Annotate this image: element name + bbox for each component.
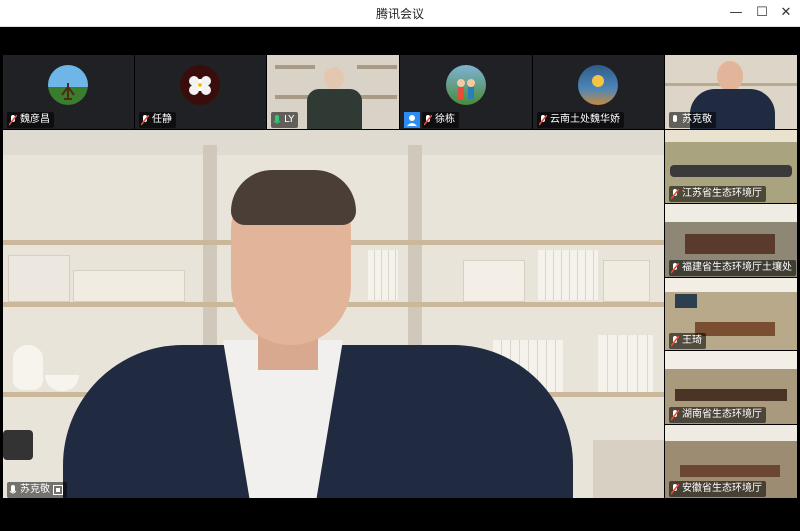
participant-name: 湖南省生态环境厅 [682,409,762,420]
vase [13,345,43,390]
participant-name: 王琦 [682,335,702,346]
participant-video-tile[interactable]: LY [267,55,399,129]
ceiling [665,425,797,441]
cabinet [593,440,664,498]
ceiling [3,130,664,155]
participant-tile[interactable]: 云南土处魏华娇 [533,55,664,129]
bowl [45,375,79,391]
muted-mic-icon [9,114,17,125]
side-participant-tile[interactable]: 福建省生态环境厅土壤处 [665,204,797,277]
ceiling [665,278,797,292]
participant-label: 徐栋 [422,112,459,128]
participant-name: 福建省生态环境厅土壤处 [682,262,792,273]
participant-label: 安徽省生态环境厅 [669,481,766,497]
participant-name: 安徽省生态环境厅 [682,483,762,494]
landscape-avatar-icon [48,65,88,105]
side-participant-tile[interactable]: 湖南省生态环境厅 [665,351,797,424]
window-title: 腾讯会议 [375,7,424,21]
conference-table [695,322,775,336]
main-speaker-video[interactable]: 苏克敬 [3,130,664,498]
speaker-name: 苏克敬 [20,484,50,495]
storage-box [603,260,650,302]
participant-label: 王琦 [669,333,706,349]
storage-box [463,260,525,302]
participant-name: 云南土处魏华娇 [550,114,620,125]
participant-label: 魏彦昌 [7,112,54,128]
participant-label: 福建省生态环境厅土壤处 [669,260,796,276]
person-body [307,89,362,129]
books [538,250,598,300]
side-participant-tile[interactable]: 安徽省生态环境厅 [665,425,797,498]
sunset-avatar-icon [578,65,618,105]
storage-box [73,270,185,302]
conference-table [685,234,775,254]
camera-object [3,430,33,460]
participant-name: 苏克敬 [682,114,712,125]
participant-label: 云南土处魏华娇 [537,112,624,128]
muted-mic-icon [671,483,679,494]
mic-icon [673,114,677,122]
books [368,250,398,300]
participant-tile[interactable]: 任静 [135,55,266,129]
mic-icon [9,484,17,493]
title-bar: 腾讯会议 — ☐ ✕ [0,0,800,27]
participant-label: 苏克敬 [669,112,716,128]
person-head [717,61,743,91]
user-profile-icon [404,112,420,128]
participant-label: 任静 [139,112,176,128]
conference-table [680,465,780,477]
conference-table [670,165,792,177]
active-mic-icon [273,114,281,123]
muted-mic-icon [671,335,679,346]
muted-mic-icon [671,262,679,273]
participant-tile[interactable]: 徐栋 [400,55,532,129]
side-participant-tile[interactable]: 王琦 [665,278,797,350]
speaker-label: 苏克敬 [7,482,67,498]
flower-avatar-icon [180,65,220,105]
participant-name: LY [284,114,295,125]
participant-label: 江苏省生态环境厅 [669,186,766,202]
ceiling [665,204,797,222]
participant-label: LY [271,112,299,128]
minimize-icon[interactable]: — [726,3,746,23]
family-avatar-icon [446,65,486,105]
maximize-icon[interactable]: ☐ [752,3,772,23]
muted-mic-icon [424,114,432,125]
ceiling [665,351,797,369]
ceiling [665,130,797,142]
wall-screen [675,294,697,308]
muted-mic-icon [539,114,547,125]
participant-name: 徐栋 [435,114,455,125]
person-head [324,67,344,89]
participant-tile[interactable]: 魏彦昌 [3,55,134,129]
side-participant-tile[interactable]: 苏克敬 [665,55,797,129]
side-participant-tile[interactable]: 江苏省生态环境厅 [665,130,797,203]
participant-name: 江苏省生态环境厅 [682,188,762,199]
close-icon[interactable]: ✕ [776,3,796,23]
storage-box [8,255,70,302]
speaker-hair [231,170,356,225]
participant-label: 湖南省生态环境厅 [669,407,766,423]
participant-name: 魏彦昌 [20,114,50,125]
muted-mic-icon [671,188,679,199]
muted-mic-icon [141,114,149,125]
books [598,335,653,392]
muted-mic-icon [671,409,679,420]
participant-name: 任静 [152,114,172,125]
conference-table [675,389,787,401]
screen-share-icon [53,485,63,495]
